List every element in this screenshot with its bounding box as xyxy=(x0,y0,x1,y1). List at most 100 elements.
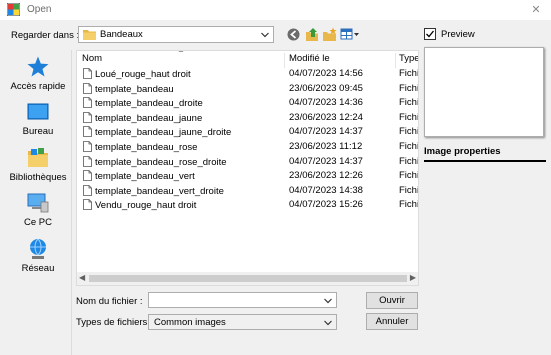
file-icon xyxy=(83,155,92,167)
column-separator[interactable] xyxy=(284,53,285,68)
filetype-label: Types de fichiers : xyxy=(76,317,153,328)
scroll-right-icon[interactable]: ▶ xyxy=(410,273,416,282)
close-button[interactable]: ✕ xyxy=(521,0,551,20)
file-name: template_bandeau_rose xyxy=(83,141,197,153)
file-type: Fichie xyxy=(399,68,419,79)
file-type: Fichie xyxy=(399,97,419,109)
place-network[interactable]: Réseau xyxy=(4,237,72,274)
table-row[interactable]: Loué_rouge_haut droit 04/07/2023 14:56 Fic… xyxy=(77,67,419,81)
file-name-text: template_bandeau_rose xyxy=(95,142,198,153)
file-type: Fichie xyxy=(399,126,419,138)
file-name-text: template_bandeau_jaune xyxy=(95,112,203,124)
file-date: 23/06/2023 12:24 xyxy=(289,111,363,123)
chevron-down-icon xyxy=(261,32,269,38)
desktop-icon xyxy=(27,103,49,120)
open-button[interactable]: Ouvrir xyxy=(366,292,418,309)
file-date: 04/07/2023 14:36 xyxy=(289,97,363,109)
new-folder-icon[interactable] xyxy=(322,27,339,42)
preview-pane xyxy=(424,47,544,137)
filename-input[interactable] xyxy=(148,292,337,308)
table-row[interactable]: template_bandeau_jaune_droite 04/07/2023 … xyxy=(77,125,419,139)
divider xyxy=(424,160,546,162)
file-icon xyxy=(83,126,92,138)
up-folder-icon[interactable] xyxy=(304,27,321,42)
file-date: 04/07/2023 14:37 xyxy=(289,155,363,167)
lookin-folder: Bandeaux xyxy=(100,29,143,40)
lookin-combo[interactable]: Bandeaux xyxy=(78,26,274,43)
table-row[interactable]: template_bandeau_vert_droite 04/07/2023 1… xyxy=(77,184,418,198)
lookin-label: Regarder dans : xyxy=(11,30,80,41)
file-type: Fichie xyxy=(399,199,419,211)
file-icon xyxy=(83,141,92,152)
file-icon xyxy=(83,68,92,79)
folder-icon xyxy=(83,30,96,40)
file-icon xyxy=(83,199,92,211)
file-date: 04/07/2023 15:26 xyxy=(289,199,363,211)
table-row[interactable]: template_bandeau_droite 04/07/2023 14:36 F… xyxy=(77,96,419,110)
file-name: template_bandeau_droite xyxy=(83,97,203,109)
file-name-text: template_bandeau xyxy=(95,83,174,95)
file-icon xyxy=(83,97,92,109)
place-label: Accès rapide xyxy=(10,81,66,92)
file-date: 04/07/2023 14:37 xyxy=(289,126,363,138)
place-label: Ce PC xyxy=(24,217,52,228)
file-list[interactable]: ▲ Nom Modifié le Type Loué_rouge_haut dr… xyxy=(76,50,419,286)
places-sidebar: Accès rapide Bureau Bibliothèques Ce PC xyxy=(4,50,72,355)
file-name: Loué_rouge_haut droit xyxy=(83,68,191,80)
filename-label: Nom du fichier : xyxy=(76,296,143,307)
place-this-pc[interactable]: Ce PC xyxy=(4,191,72,228)
file-icon xyxy=(83,170,92,182)
table-row[interactable]: template_bandeau_rose 23/06/2023 11:12 Fic… xyxy=(77,140,418,154)
file-name: template_bandeau_vert_droite xyxy=(83,184,224,197)
table-row[interactable]: template_bandeau_jaune 23/06/2023 12:24 Fi… xyxy=(77,111,418,125)
filetype-select[interactable]: Common images xyxy=(148,314,337,330)
file-name-text: template_bandeau_droite xyxy=(95,98,203,110)
file-type: Fichie xyxy=(399,170,419,182)
file-name: Vendu_rouge_haut droit xyxy=(83,199,196,211)
filetype-value: Common images xyxy=(154,317,226,328)
file-type: Fichie xyxy=(399,155,419,167)
scrollbar-thumb[interactable] xyxy=(89,275,407,282)
file-name-text: Vendu_rouge_haut droit xyxy=(95,200,197,212)
place-libraries[interactable]: Bibliothèques xyxy=(4,146,72,183)
view-menu-icon[interactable] xyxy=(340,27,360,42)
file-icon xyxy=(83,82,92,94)
network-icon xyxy=(30,238,46,259)
file-name: template_bandeau_jaune xyxy=(83,111,203,124)
column-separator[interactable] xyxy=(395,53,396,68)
column-date-header[interactable]: Modifié le xyxy=(289,53,330,64)
file-icon xyxy=(83,184,92,196)
file-date: 23/06/2023 09:45 xyxy=(289,82,363,94)
file-name: template_bandeau_rose_droite xyxy=(83,155,227,168)
chevron-down-icon xyxy=(324,320,332,326)
file-date: 23/06/2023 12:26 xyxy=(289,170,363,182)
file-name-text: template_bandeau_vert xyxy=(95,171,195,183)
preview-label[interactable]: Preview xyxy=(441,29,475,40)
file-name: template_bandeau_vert xyxy=(83,170,195,182)
checkmark-icon xyxy=(426,30,435,38)
place-label: Bibliothèques xyxy=(9,172,67,183)
star-icon xyxy=(27,56,49,77)
file-icon xyxy=(83,111,92,123)
place-desktop[interactable]: Bureau xyxy=(4,100,72,137)
file-name: template_bandeau xyxy=(83,82,174,95)
table-row[interactable]: template_bandeau 23/06/2023 09:45 Fichie xyxy=(77,82,419,96)
table-row[interactable]: template_bandeau_rose_droite 04/07/2023 1… xyxy=(77,155,419,169)
window-title: Open xyxy=(27,4,52,15)
computer-icon xyxy=(27,193,49,213)
table-row[interactable]: Vendu_rouge_haut droit 04/07/2023 15:26 Fi… xyxy=(77,198,419,212)
horizontal-scrollbar[interactable]: ◀ ▶ xyxy=(77,272,418,285)
table-row[interactable]: template_bandeau_vert 23/06/2023 12:26 Fic… xyxy=(77,169,419,183)
column-type-header[interactable]: Type xyxy=(399,53,418,64)
back-icon[interactable] xyxy=(285,27,302,42)
file-name-text: template_bandeau_rose_droite xyxy=(95,156,227,168)
place-label: Bureau xyxy=(22,126,54,137)
scroll-left-icon[interactable]: ◀ xyxy=(79,273,85,282)
chevron-down-icon[interactable] xyxy=(323,294,333,307)
file-type: Fichie xyxy=(399,82,419,94)
cancel-button[interactable]: Annuler xyxy=(366,313,418,330)
preview-checkbox[interactable] xyxy=(424,28,436,40)
column-name-header[interactable]: Nom xyxy=(82,53,102,64)
place-quick-access[interactable]: Accès rapide xyxy=(4,55,72,92)
image-properties-label: Image properties xyxy=(424,146,501,157)
